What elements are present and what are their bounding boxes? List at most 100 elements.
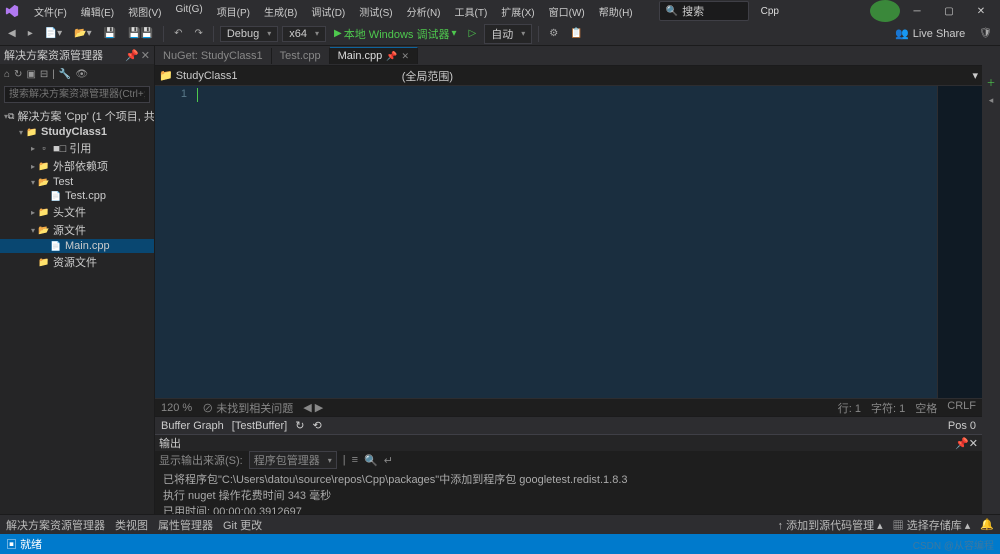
bottom-tab-props[interactable]: 属性管理器	[158, 517, 213, 533]
headers-node[interactable]: ▸📁头文件	[0, 203, 154, 221]
search-placeholder: 搜索	[682, 3, 704, 19]
test-folder-node[interactable]: ▾📂Test	[0, 175, 154, 189]
menu-git[interactable]: Git(G)	[169, 2, 208, 21]
menu-analyze[interactable]: 分析(N)	[401, 2, 447, 21]
panel-close-icon[interactable]: ✕	[141, 49, 150, 62]
toolbar-misc-1[interactable]: ⚙	[545, 27, 562, 40]
resources-node[interactable]: 📁资源文件	[0, 253, 154, 271]
tab-nuget[interactable]: NuGet: StudyClass1	[155, 48, 272, 64]
code-editor[interactable]: 1	[155, 86, 982, 398]
redo-button[interactable]: ↷	[190, 27, 206, 40]
tab-pin-icon[interactable]: 📌	[386, 51, 397, 62]
cpp-file-icon: 📄	[50, 190, 62, 202]
project-node[interactable]: ▾📁StudyClass1	[0, 125, 154, 139]
config-dropdown[interactable]: Debug	[220, 26, 278, 42]
show-all-icon[interactable]: ▣	[26, 69, 35, 80]
bottom-tab-classview[interactable]: 类视图	[115, 517, 148, 533]
output-find-icon[interactable]: 🔍	[364, 454, 378, 467]
code-surface[interactable]	[195, 86, 937, 398]
project-icon: 📁	[159, 69, 173, 82]
minimize-button[interactable]: ─	[902, 0, 932, 22]
references-icon: ▫	[38, 142, 50, 154]
char-indicator[interactable]: 字符: 1	[871, 400, 905, 416]
new-item-button[interactable]: 📄▾	[41, 27, 66, 40]
bottom-tab-solution[interactable]: 解决方案资源管理器	[6, 517, 105, 533]
buffer-graph-file: [TestBuffer]	[232, 420, 287, 432]
sources-node[interactable]: ▾📂源文件	[0, 221, 154, 239]
output-close-icon[interactable]: ✕	[969, 438, 978, 450]
menu-build[interactable]: 生成(B)	[258, 2, 303, 21]
liveshare-button[interactable]: 👥 Live Share	[895, 27, 965, 40]
nav-back-button[interactable]: ◀	[4, 27, 20, 40]
indent-indicator[interactable]: 空格	[915, 400, 937, 416]
output-clear-icon[interactable]: ≡	[352, 454, 358, 466]
menu-test[interactable]: 测试(S)	[353, 2, 398, 21]
menu-view[interactable]: 视图(V)	[122, 2, 167, 21]
home-icon[interactable]: ⌂	[4, 69, 10, 80]
collapse-icon[interactable]: ⊟	[40, 69, 48, 80]
main-cpp-file[interactable]: 📄Main.cpp	[0, 239, 154, 253]
breadcrumb-split-icon[interactable]: ▾	[972, 69, 978, 82]
start-nodebug-button[interactable]: ▷	[465, 27, 481, 40]
toolbar-misc-2[interactable]: 📋	[566, 27, 586, 40]
output-text[interactable]: 已将程序包"C:\Users\datou\source\repos\Cpp\pa…	[155, 469, 982, 514]
right-arrow-icon[interactable]: ◂	[989, 95, 994, 106]
maximize-button[interactable]: ▢	[934, 0, 964, 22]
admin-icon[interactable]: 🛡	[975, 27, 996, 40]
menu-debug[interactable]: 调试(D)	[305, 2, 351, 21]
notifications-icon[interactable]: 🔔	[980, 518, 994, 531]
solution-search-input[interactable]	[4, 86, 150, 103]
preview-icon[interactable]: 👁	[75, 69, 88, 80]
output-wrap-icon[interactable]: ↵	[384, 454, 393, 467]
minimap[interactable]	[937, 86, 982, 398]
tab-test-cpp[interactable]: Test.cpp	[272, 48, 330, 64]
output-pin-icon[interactable]: 📌	[955, 438, 969, 450]
solution-explorer: 解决方案资源管理器 📌✕ ⌂ ↻ ▣ ⊟ | 🔧 👁 ▾⧉解决方案 'Cpp' …	[0, 46, 155, 514]
menu-project[interactable]: 项目(P)	[211, 2, 256, 21]
close-button[interactable]: ✕	[966, 0, 996, 22]
issues-indicator[interactable]: ⊘ 未找到相关问题	[202, 400, 293, 416]
bottom-tab-git[interactable]: Git 更改	[223, 517, 262, 533]
menu-extensions[interactable]: 扩展(X)	[495, 2, 540, 21]
source-control-button[interactable]: ↑ 添加到源代码管理 ▴	[778, 517, 883, 533]
titlebar-search[interactable]: 🔍 搜索	[659, 1, 749, 21]
menu-tools[interactable]: 工具(T)	[449, 2, 494, 21]
line-gutter: 1	[155, 86, 195, 398]
buffer-link-icon[interactable]: ⟲	[312, 419, 321, 432]
solution-icon: ⧉	[8, 110, 14, 122]
eol-indicator[interactable]: CRLF	[947, 400, 976, 416]
menu-help[interactable]: 帮助(H)	[593, 2, 639, 21]
right-plus-icon[interactable]: ＋	[986, 76, 995, 89]
nav-fwd-button[interactable]: ▸	[24, 27, 37, 40]
line-indicator[interactable]: 行: 1	[838, 400, 861, 416]
platform-dropdown[interactable]: x64	[282, 26, 326, 42]
test-cpp-file[interactable]: 📄Test.cpp	[0, 189, 154, 203]
tab-close-icon[interactable]: ✕	[401, 51, 409, 62]
tab-main-cpp[interactable]: Main.cpp📌✕	[330, 47, 418, 64]
output-source-dropdown[interactable]: 程序包管理器	[249, 451, 337, 469]
target-dropdown[interactable]: 自动	[484, 24, 532, 44]
breadcrumb-scope[interactable]: (全局范围)	[402, 68, 453, 84]
pin-icon[interactable]: 📌	[125, 49, 139, 62]
menu-file[interactable]: 文件(F)	[28, 2, 73, 21]
user-avatar[interactable]	[870, 0, 900, 22]
liveshare-icon: 👥	[895, 27, 909, 40]
nav-icons[interactable]: ◀ ▶	[303, 401, 323, 414]
repo-button[interactable]: ▦ 选择存储库 ▴	[893, 517, 971, 533]
properties-icon[interactable]: 🔧	[59, 69, 71, 80]
save-button[interactable]: 💾	[100, 27, 120, 40]
menu-window[interactable]: 窗口(W)	[543, 2, 591, 21]
start-debug-button[interactable]: ▶ 本地 Windows 调试器 ▾	[330, 25, 460, 43]
sync-icon[interactable]: ↻	[14, 69, 22, 80]
zoom-level[interactable]: 120 %	[161, 402, 192, 414]
solution-node[interactable]: ▾⧉解决方案 'Cpp' (1 个项目, 共 1 个)	[0, 107, 154, 125]
save-all-button[interactable]: 💾💾	[124, 27, 157, 40]
menu-edit[interactable]: 编辑(E)	[75, 2, 120, 21]
references-node[interactable]: ▸▫■□ 引用	[0, 139, 154, 157]
open-button[interactable]: 📂▾	[70, 27, 95, 40]
external-deps-node[interactable]: ▸📁外部依赖项	[0, 157, 154, 175]
main-toolbar: ◀ ▸ 📄▾ 📂▾ 💾 💾💾 ↶ ↷ Debug x64 ▶ 本地 Window…	[0, 22, 1000, 46]
buffer-refresh-icon[interactable]: ↻	[295, 419, 304, 432]
breadcrumb-project[interactable]: 📁StudyClass1	[159, 69, 237, 82]
undo-button[interactable]: ↶	[170, 27, 186, 40]
